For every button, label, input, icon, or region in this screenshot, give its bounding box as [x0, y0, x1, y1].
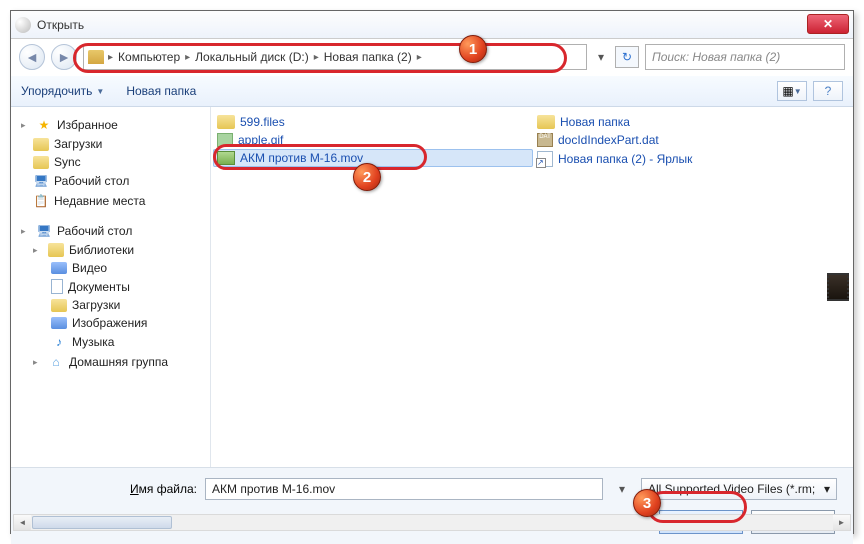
- file-item[interactable]: Новая папка (2) - Ярлык: [533, 149, 803, 169]
- breadcrumb[interactable]: ▸ Компьютер ▸ Локальный диск (D:) ▸ Нова…: [83, 44, 587, 70]
- chevron-right-icon: ▸: [314, 52, 319, 63]
- search-input[interactable]: Поиск: Новая папка (2): [645, 44, 845, 70]
- file-item-selected[interactable]: АКМ против М-16.mov: [213, 149, 533, 167]
- breadcrumb-dropdown[interactable]: ▾: [593, 50, 609, 64]
- preview-thumbnail: [827, 273, 849, 301]
- filetype-filter[interactable]: All Supported Video Files (*.rm;▾: [641, 478, 837, 500]
- titlebar: Открыть ✕: [11, 11, 853, 39]
- app-icon: [15, 17, 31, 33]
- filename-dropdown[interactable]: ▾: [611, 482, 633, 496]
- chevron-right-icon: ▸: [185, 52, 190, 63]
- sidebar-pictures[interactable]: Изображения: [15, 314, 206, 332]
- folder-icon: [537, 115, 555, 129]
- breadcrumb-seg-computer[interactable]: Компьютер: [115, 50, 183, 64]
- forward-button[interactable]: ►: [51, 44, 77, 70]
- file-item[interactable]: 599.files: [213, 113, 533, 131]
- chevron-down-icon: ▼: [96, 87, 104, 96]
- new-folder-button[interactable]: Новая папка: [126, 84, 196, 98]
- chevron-down-icon: ▾: [824, 482, 830, 496]
- sidebar-libraries[interactable]: ▸Библиотеки: [15, 241, 206, 259]
- gif-icon: [217, 133, 233, 147]
- window-title: Открыть: [37, 18, 84, 32]
- chevron-right-icon: ▸: [108, 52, 113, 63]
- close-button[interactable]: ✕: [807, 14, 849, 34]
- help-button[interactable]: ?: [813, 81, 843, 101]
- sidebar-documents[interactable]: Документы: [15, 277, 206, 296]
- sidebar-downloads2[interactable]: Загрузки: [15, 296, 206, 314]
- footer: Имя файла: АКМ против М-16.mov ▾ All Sup…: [11, 467, 853, 544]
- chevron-right-icon: ▸: [417, 52, 422, 63]
- shortcut-icon: [537, 151, 553, 167]
- filename-input[interactable]: АКМ против М-16.mov: [205, 478, 603, 500]
- sidebar-downloads[interactable]: Загрузки: [15, 135, 206, 153]
- breadcrumb-seg-folder[interactable]: Новая папка (2): [321, 50, 415, 64]
- organize-button[interactable]: Упорядочить▼: [21, 84, 104, 98]
- sidebar-desktop-root[interactable]: ▸🖥Рабочий стол: [15, 221, 206, 241]
- dat-icon: DAT: [537, 133, 553, 147]
- view-mode-button[interactable]: ▦ ▼: [777, 81, 807, 101]
- preview-pane: [823, 107, 853, 467]
- sidebar-desktop[interactable]: 🖥Рабочий стол: [15, 171, 206, 191]
- mov-icon: [217, 151, 235, 165]
- file-item[interactable]: DATdocIdIndexPart.dat: [533, 131, 803, 149]
- breadcrumb-seg-drive[interactable]: Локальный диск (D:): [192, 50, 312, 64]
- sidebar-video[interactable]: Видео: [15, 259, 206, 277]
- body: ▸★Избранное Загрузки Sync 🖥Рабочий стол …: [11, 107, 853, 467]
- filename-label: Имя файла:: [27, 482, 197, 496]
- sidebar: ▸★Избранное Загрузки Sync 🖥Рабочий стол …: [11, 107, 211, 467]
- refresh-button[interactable]: ↻: [615, 46, 639, 68]
- back-button[interactable]: ◄: [19, 44, 45, 70]
- computer-icon: [88, 50, 104, 64]
- sidebar-favorites[interactable]: ▸★Избранное: [15, 115, 206, 135]
- file-item[interactable]: Новая папка: [533, 113, 803, 131]
- file-list: 599.files apple.gif АКМ против М-16.mov …: [211, 107, 823, 467]
- sidebar-sync[interactable]: Sync: [15, 153, 206, 171]
- file-item[interactable]: apple.gif: [213, 131, 533, 149]
- open-dialog: Открыть ✕ ◄ ► ▸ Компьютер ▸ Локальный ди…: [10, 10, 854, 534]
- toolbar: Упорядочить▼ Новая папка ▦ ▼ ?: [11, 75, 853, 107]
- folder-icon: [217, 115, 235, 129]
- sidebar-music[interactable]: ♪Музыка: [15, 332, 206, 352]
- sidebar-homegroup[interactable]: ▸⌂Домашняя группа: [15, 352, 206, 372]
- navbar: ◄ ► ▸ Компьютер ▸ Локальный диск (D:) ▸ …: [11, 39, 853, 75]
- sidebar-recent[interactable]: 📋Недавние места: [15, 191, 206, 211]
